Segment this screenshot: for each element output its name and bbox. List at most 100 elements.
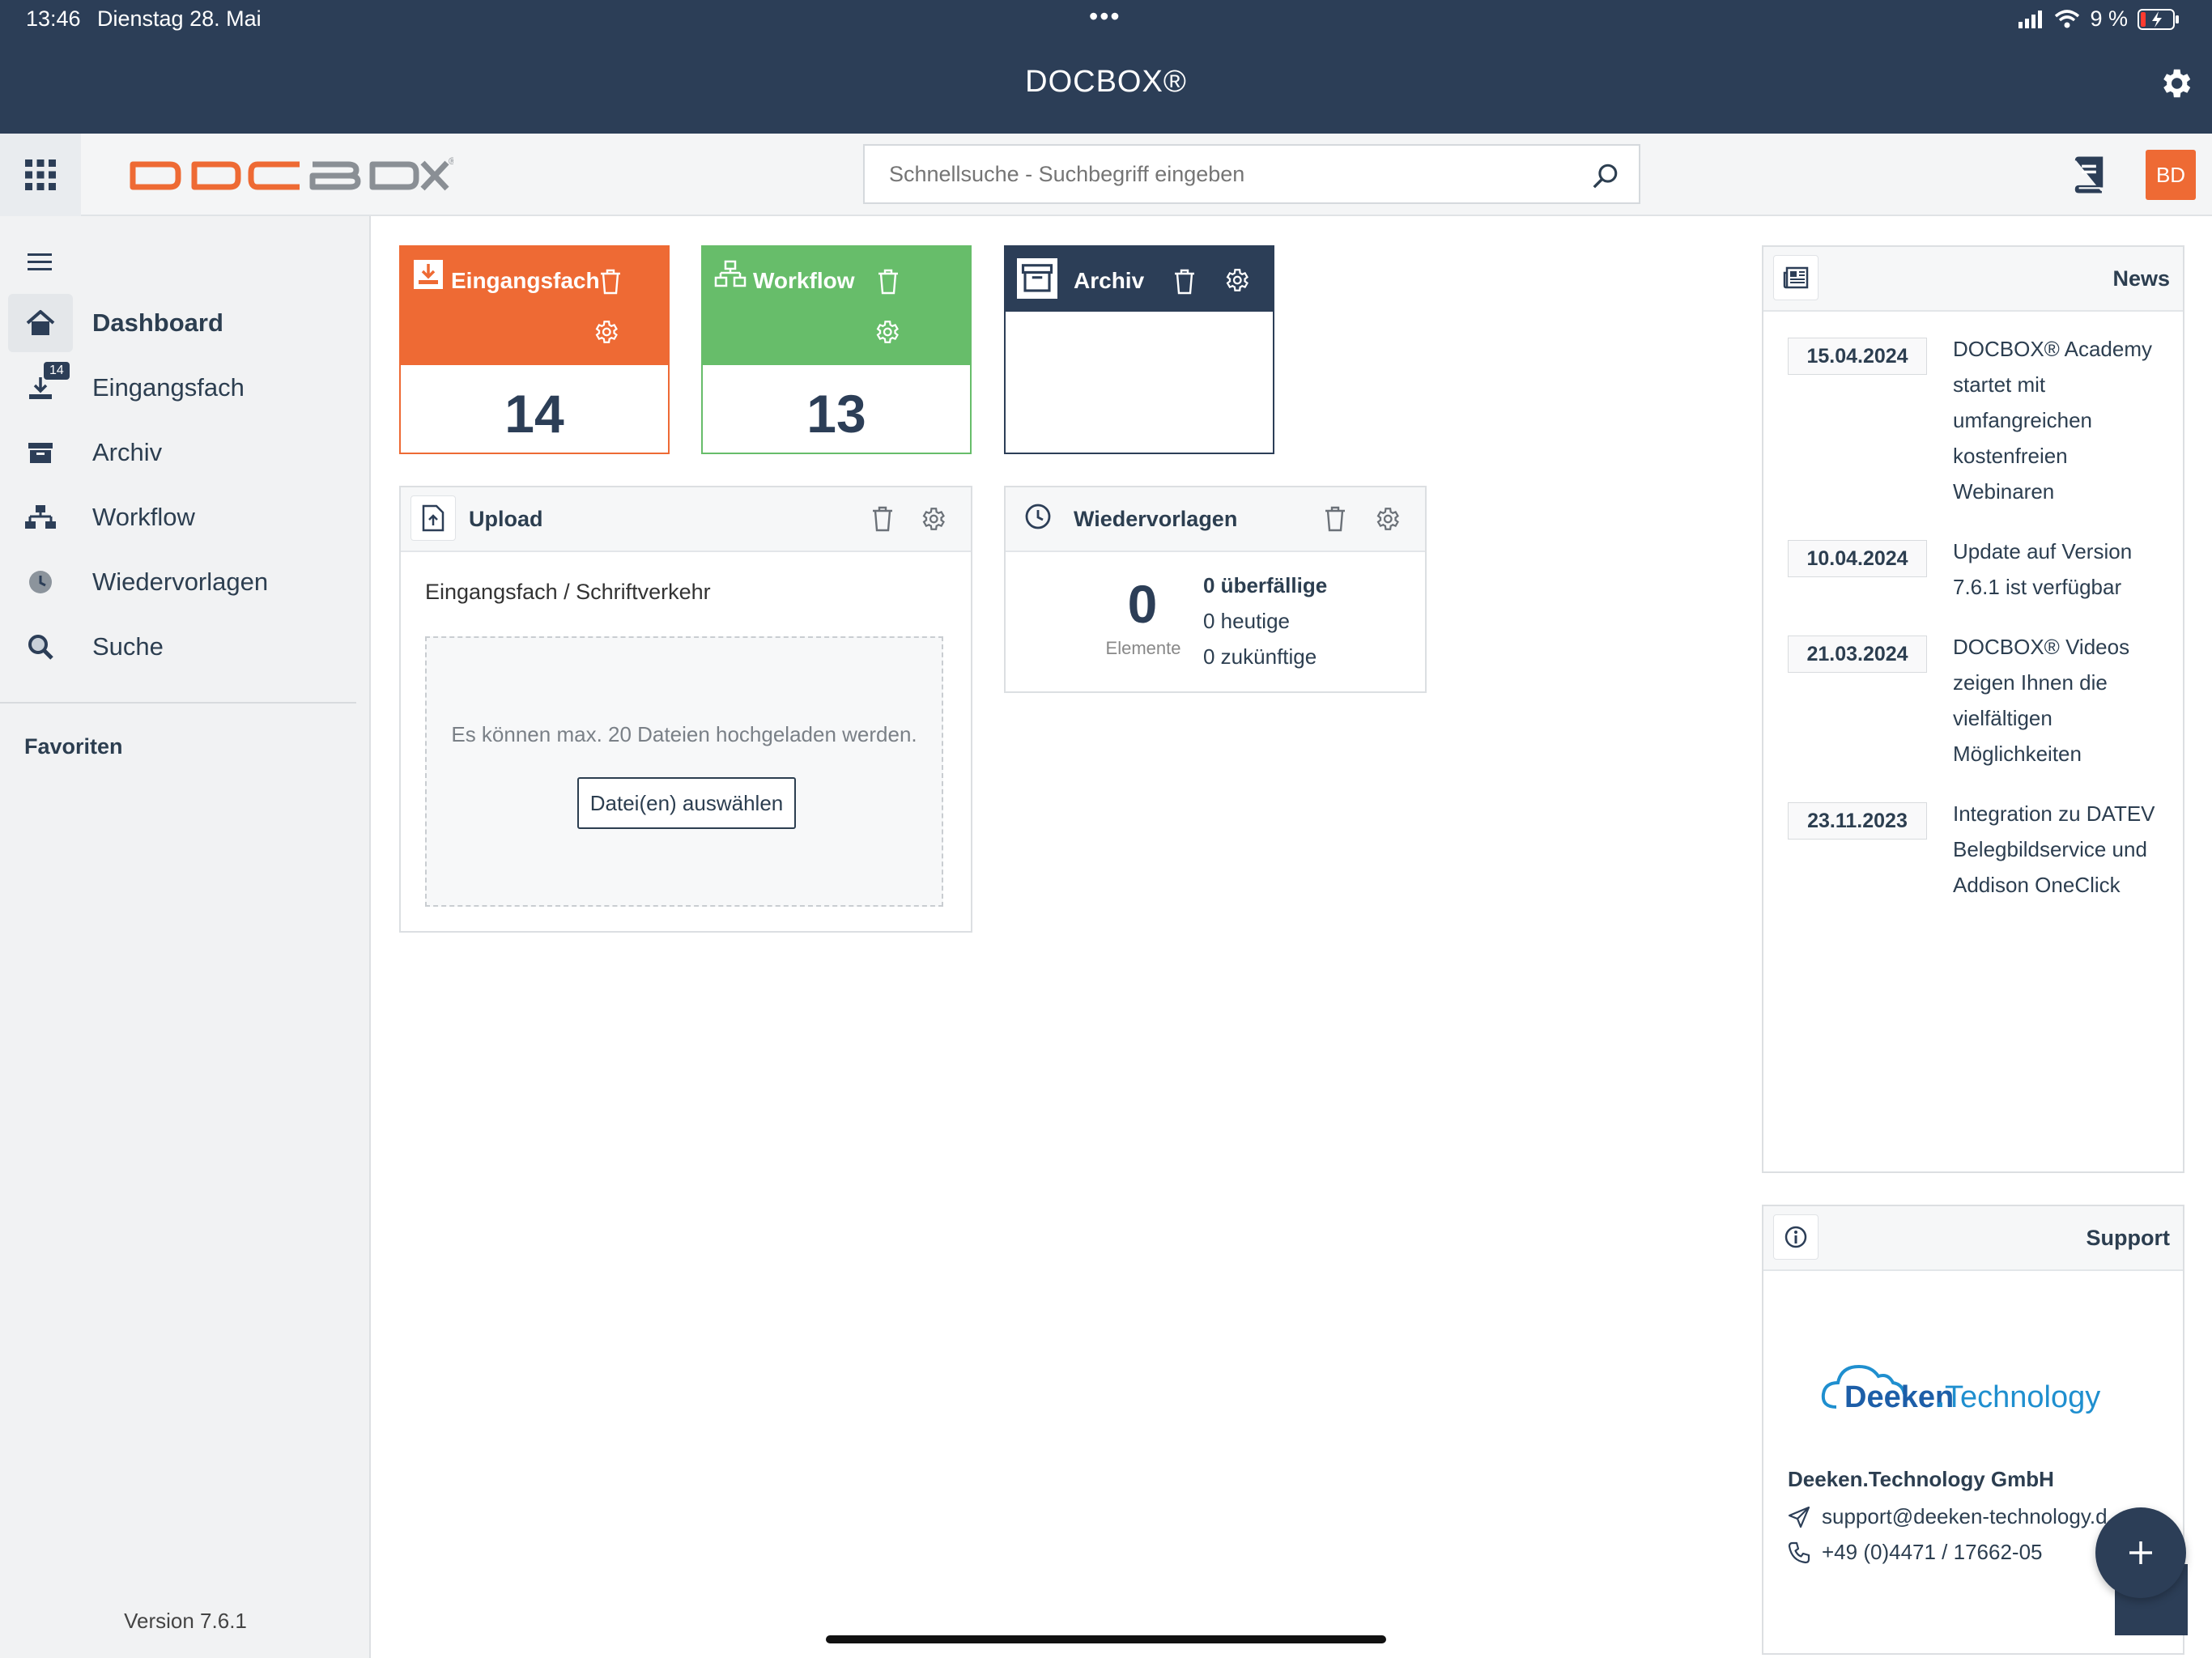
tile-eingangsfach[interactable]: Eingangsfach 14 bbox=[399, 245, 670, 454]
app-grid-button[interactable] bbox=[0, 134, 81, 216]
file-upload-icon bbox=[422, 504, 445, 532]
news-text[interactable]: Integration zu DATEV Belegbildservice un… bbox=[1953, 796, 2172, 903]
docbox-logo[interactable]: ® bbox=[130, 155, 453, 197]
archive-box-icon bbox=[1017, 258, 1057, 299]
workflow-sitemap-icon bbox=[714, 260, 747, 287]
tile-count: 14 bbox=[504, 384, 564, 444]
sidebar-item-label: Eingangsfach bbox=[92, 373, 245, 402]
support-phone-text[interactable]: +49 (0)4471 / 17662-05 bbox=[1822, 1540, 2043, 1565]
overdue-count[interactable]: 0 überfällige bbox=[1203, 573, 1327, 598]
sidebar-item-label: Suche bbox=[92, 632, 164, 661]
favorites-heading: Favoriten bbox=[24, 734, 123, 759]
clock-icon bbox=[1025, 504, 1051, 529]
today-count[interactable]: 0 heutige bbox=[1203, 609, 1290, 634]
future-count[interactable]: 0 zukünftige bbox=[1203, 644, 1317, 670]
home-indicator[interactable] bbox=[826, 1635, 1386, 1643]
panel-title: Upload bbox=[469, 507, 543, 531]
phone-icon bbox=[1788, 1541, 1810, 1563]
support-company: Deeken.Technology GmbH bbox=[1788, 1467, 2054, 1491]
support-email-text[interactable]: support@deeken-technology.d bbox=[1822, 1504, 2108, 1529]
news-date: 23.11.2023 bbox=[1788, 802, 1927, 840]
elements-label: Elemente bbox=[1105, 638, 1181, 658]
news-date: 21.03.2024 bbox=[1788, 636, 1927, 673]
cellular-icon bbox=[2018, 10, 2043, 28]
file-dropzone[interactable]: Es können max. 20 Dateien hochgeladen we… bbox=[425, 636, 943, 907]
sidebar-item-dashboard[interactable]: Dashboard bbox=[8, 294, 364, 352]
sidebar: Dashboard 14 Eingangsfach Archiv Workflo… bbox=[0, 216, 371, 1658]
news-text[interactable]: DOCBOX® Videos zeigen Ihnen die vielfält… bbox=[1953, 629, 2172, 772]
trash-icon[interactable] bbox=[876, 268, 900, 295]
resubmission-count: 0 bbox=[1127, 574, 1158, 634]
app-title: DOCBOX® bbox=[1025, 65, 1187, 99]
quick-search[interactable] bbox=[863, 144, 1640, 204]
trash-icon[interactable] bbox=[870, 505, 895, 533]
trash-icon[interactable] bbox=[1172, 268, 1197, 295]
support-phone[interactable]: +49 (0)4471 / 17662-05 bbox=[1788, 1540, 2043, 1565]
menu-toggle-icon[interactable] bbox=[24, 249, 57, 276]
workflow-sitemap-icon bbox=[25, 505, 56, 529]
panel-title: Support bbox=[2086, 1226, 2170, 1250]
news-date: 15.04.2024 bbox=[1788, 338, 1927, 375]
svg-text:Technology: Technology bbox=[1945, 1380, 2100, 1414]
support-email[interactable]: support@deeken-technology.d bbox=[1788, 1504, 2108, 1529]
trash-icon[interactable] bbox=[1323, 505, 1347, 533]
select-files-button[interactable]: Datei(en) auswählen bbox=[577, 777, 796, 829]
tile-count: 13 bbox=[806, 384, 866, 444]
sidebar-item-label: Wiedervorlagen bbox=[92, 568, 269, 596]
status-indicators: 9 % bbox=[2018, 6, 2180, 32]
tile-archiv[interactable]: Archiv bbox=[1004, 245, 1274, 454]
status-time: 13:46 bbox=[26, 6, 81, 31]
wifi-icon bbox=[2055, 9, 2080, 28]
add-widget-button[interactable] bbox=[2095, 1507, 2186, 1598]
dropzone-hint: Es können max. 20 Dateien hochgeladen we… bbox=[451, 722, 917, 746]
sidebar-item-workflow[interactable]: Workflow bbox=[8, 488, 364, 546]
battery-percent: 9 % bbox=[2090, 6, 2128, 31]
title-bar: 13:46 Dienstag 28. Mai ••• 9 % DOCBOX® bbox=[0, 0, 2212, 134]
settings-gear-icon[interactable] bbox=[1373, 505, 1401, 533]
clock-icon bbox=[29, 571, 52, 593]
news-panel: News 15.04.2024 DOCBOX® Academy startet … bbox=[1762, 245, 2184, 1173]
sidebar-item-suche[interactable]: Suche bbox=[8, 618, 364, 676]
trash-icon[interactable] bbox=[598, 268, 623, 295]
upload-panel: Upload Eingangsfach / Schriftverkehr Es … bbox=[399, 486, 972, 933]
svg-text:.: . bbox=[1936, 1380, 1945, 1414]
archive-box-icon bbox=[28, 443, 53, 463]
inbox-download-icon bbox=[414, 260, 443, 289]
sidebar-item-eingangsfach[interactable]: 14 Eingangsfach bbox=[8, 359, 364, 417]
settings-gear-icon[interactable] bbox=[1223, 266, 1250, 294]
search-input[interactable] bbox=[865, 146, 1577, 202]
status-date: Dienstag 28. Mai bbox=[97, 6, 262, 31]
manual-book-icon[interactable] bbox=[2071, 156, 2107, 193]
settings-gear-icon[interactable] bbox=[2157, 65, 2194, 102]
magnifier-icon bbox=[28, 635, 53, 660]
battery-charging-icon bbox=[2138, 8, 2179, 30]
plus-icon bbox=[2129, 1541, 2152, 1564]
user-avatar[interactable]: BD bbox=[2146, 150, 2196, 200]
version-label: Version 7.6.1 bbox=[124, 1609, 247, 1633]
paper-plane-icon bbox=[1788, 1506, 1810, 1528]
tile-workflow[interactable]: Workflow 13 bbox=[701, 245, 972, 454]
home-icon bbox=[26, 310, 55, 335]
app-header: ® BD bbox=[0, 134, 2212, 216]
settings-gear-icon[interactable] bbox=[919, 505, 946, 533]
search-icon[interactable] bbox=[1592, 162, 1619, 189]
news-text[interactable]: Update auf Version 7.6.1 ist verfügbar bbox=[1953, 534, 2172, 605]
sidebar-divider bbox=[0, 702, 356, 704]
tile-title: Eingangsfach bbox=[451, 268, 600, 293]
settings-gear-icon[interactable] bbox=[592, 318, 619, 346]
multitasking-dots[interactable]: ••• bbox=[1089, 2, 1121, 32]
sidebar-item-wiedervorlagen[interactable]: Wiedervorlagen bbox=[8, 553, 364, 611]
sidebar-item-label: Dashboard bbox=[92, 308, 223, 337]
tile-title: Archiv bbox=[1074, 268, 1145, 293]
svg-text:®: ® bbox=[449, 155, 453, 167]
upload-target-path[interactable]: Eingangsfach / Schriftverkehr bbox=[425, 580, 711, 605]
wiedervorlagen-panel: Wiedervorlagen 0 Elemente 0 überfällige … bbox=[1004, 486, 1427, 693]
info-icon bbox=[1784, 1226, 1807, 1248]
panel-title: News bbox=[2112, 266, 2170, 291]
newspaper-icon bbox=[1783, 266, 1809, 289]
sidebar-item-archiv[interactable]: Archiv bbox=[8, 423, 364, 482]
deeken-technology-logo[interactable]: Deeken . Technology bbox=[1820, 1350, 2136, 1423]
news-text[interactable]: DOCBOX® Academy startet mit umfangreiche… bbox=[1953, 331, 2172, 509]
app-grid-icon bbox=[25, 159, 56, 190]
settings-gear-icon[interactable] bbox=[873, 318, 900, 346]
